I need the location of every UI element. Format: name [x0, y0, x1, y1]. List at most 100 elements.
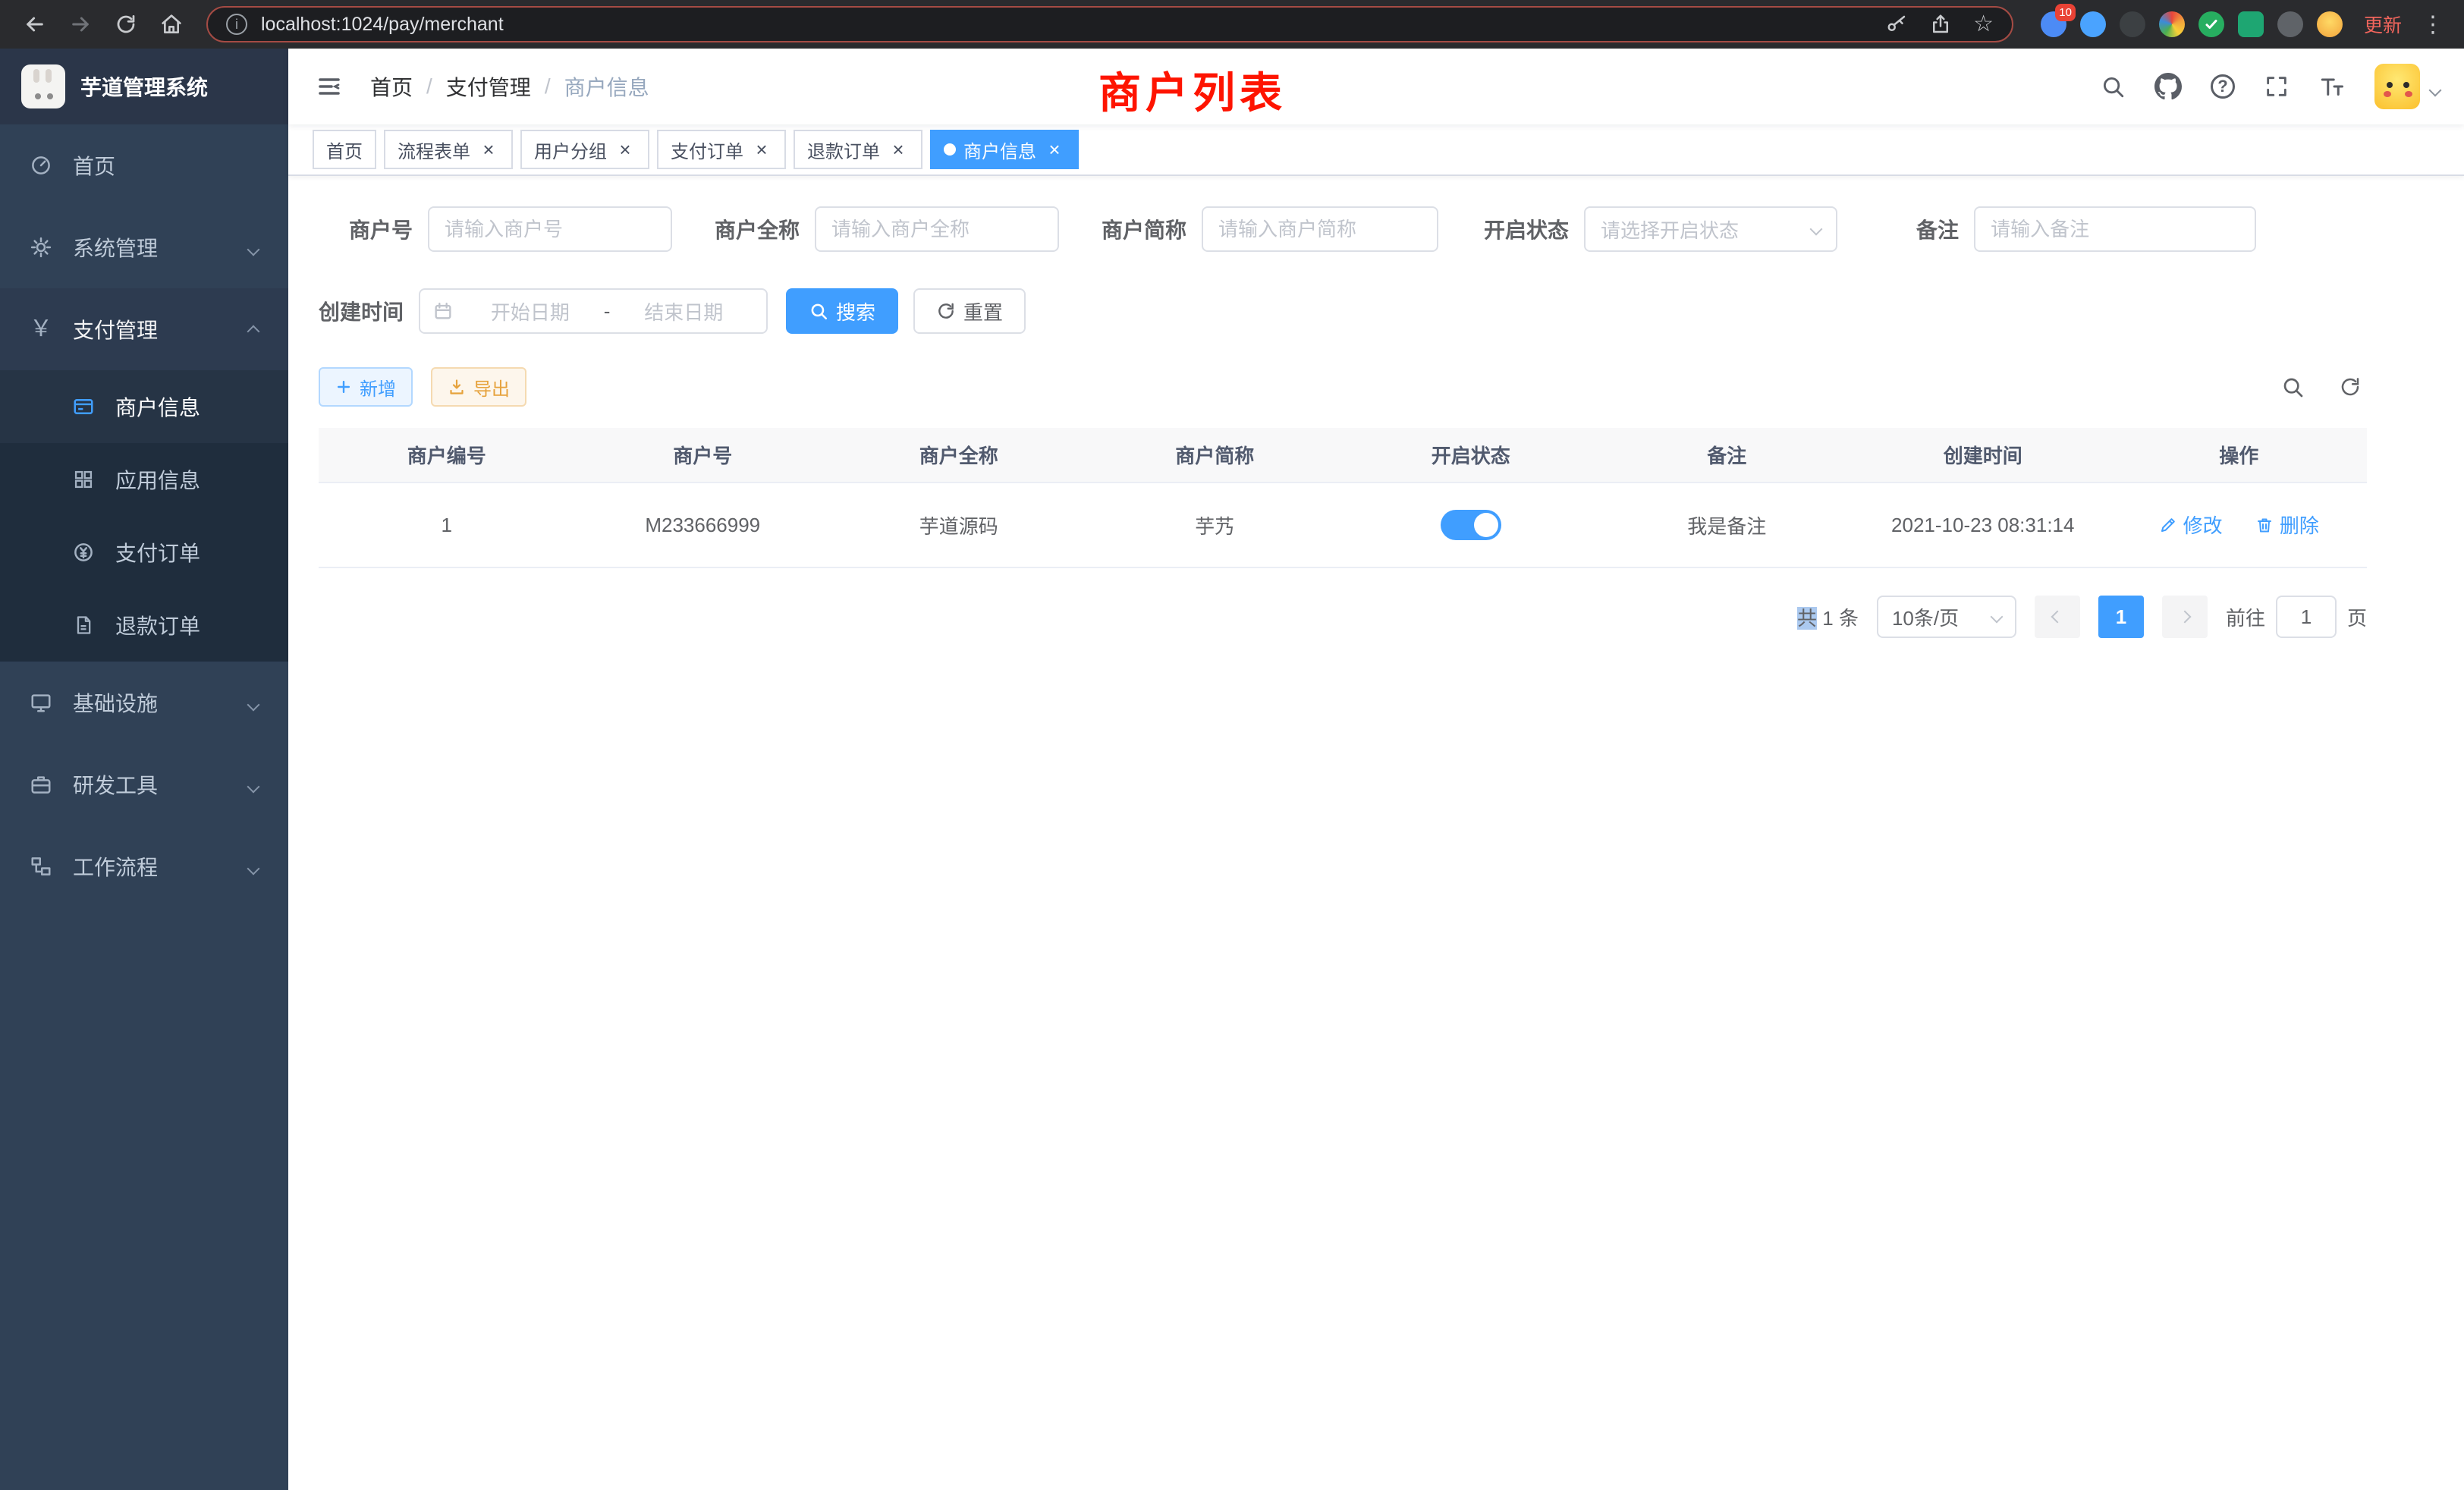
- short-name-input[interactable]: [1202, 206, 1438, 252]
- github-icon[interactable]: [2154, 73, 2182, 100]
- remark-input[interactable]: [1974, 206, 2256, 252]
- next-page-button[interactable]: [2162, 596, 2208, 638]
- page-size-select[interactable]: 10条/页: [1877, 596, 2016, 638]
- refresh-icon[interactable]: [2334, 370, 2367, 404]
- sidebar-item-system[interactable]: 系统管理: [0, 206, 288, 288]
- user-menu[interactable]: [2374, 64, 2440, 109]
- tags-bar: 首页 流程表单 × 用户分组 × 支付订单 × 退款订单 ×: [288, 124, 2464, 176]
- tab-user-group[interactable]: 用户分组 ×: [520, 130, 649, 169]
- close-icon[interactable]: ×: [614, 139, 636, 160]
- extension-icon-8[interactable]: [2317, 11, 2343, 37]
- filter-label: 备注: [1916, 214, 1959, 244]
- yen-icon: ￥: [27, 318, 55, 341]
- tab-process-form[interactable]: 流程表单 ×: [384, 130, 513, 169]
- status-select[interactable]: 请选择开启状态: [1584, 206, 1837, 252]
- close-icon[interactable]: ×: [888, 139, 909, 160]
- sidebar: 芋道管理系统 首页 系统管理 ￥ 支付管理: [0, 49, 288, 1490]
- sidebar-item-devtools[interactable]: 研发工具: [0, 743, 288, 825]
- close-icon[interactable]: ×: [751, 139, 772, 160]
- sidebar-item-merchant-info[interactable]: 商户信息: [0, 370, 288, 443]
- date-range-picker[interactable]: 开始日期 - 结束日期: [419, 288, 768, 334]
- search-button[interactable]: 搜索: [786, 288, 898, 334]
- tab-pay-order[interactable]: 支付订单 ×: [657, 130, 786, 169]
- breadcrumb-pay-management[interactable]: 支付管理: [446, 71, 531, 102]
- reset-button[interactable]: 重置: [913, 288, 1026, 334]
- help-icon[interactable]: ?: [2211, 74, 2235, 99]
- browser-home-button[interactable]: [152, 5, 191, 44]
- sidebar-item-label: 支付订单: [115, 537, 200, 567]
- browser-update-button[interactable]: 更新: [2364, 11, 2402, 38]
- bookmark-star-icon[interactable]: ☆: [1973, 13, 1994, 36]
- breadcrumb-separator: /: [545, 74, 551, 99]
- navbar-actions: ?: [2100, 64, 2440, 109]
- sidebar-item-home[interactable]: 首页: [0, 124, 288, 206]
- sidebar-item-infrastructure[interactable]: 基础设施: [0, 662, 288, 743]
- tab-merchant-info[interactable]: 商户信息 ×: [930, 130, 1079, 169]
- toggle-search-icon[interactable]: [2276, 370, 2309, 404]
- prev-page-button[interactable]: [2035, 596, 2080, 638]
- fullscreen-icon[interactable]: [2264, 74, 2290, 99]
- extension-icon-2[interactable]: [2080, 11, 2106, 37]
- browser-window: i localhost:1024/pay/merchant ☆ 10: [0, 0, 2464, 1490]
- export-button[interactable]: 导出: [431, 367, 526, 407]
- browser-back-button[interactable]: [15, 5, 55, 44]
- browser-address-bar[interactable]: i localhost:1024/pay/merchant ☆: [206, 6, 2013, 42]
- close-icon[interactable]: ×: [478, 139, 499, 160]
- sidebar-item-workflow[interactable]: 工作流程: [0, 825, 288, 907]
- logo-image: [21, 64, 65, 108]
- edit-link[interactable]: 修改: [2159, 511, 2223, 539]
- extension-icon-4[interactable]: [2159, 11, 2185, 37]
- sidebar-item-label: 商户信息: [115, 391, 200, 422]
- tab-home[interactable]: 首页: [313, 130, 376, 169]
- app-logo[interactable]: 芋道管理系统: [0, 49, 288, 124]
- hamburger-icon[interactable]: [313, 70, 346, 103]
- page-size-value: 10条/页: [1892, 603, 1959, 631]
- add-button[interactable]: 新增: [319, 367, 413, 407]
- sidebar-item-pay-order[interactable]: 支付订单: [0, 516, 288, 589]
- extension-icon-6[interactable]: [2238, 11, 2264, 37]
- filter-short-name: 商户简称: [1102, 206, 1438, 252]
- avatar: [2374, 64, 2420, 109]
- merchant-no-input[interactable]: [428, 206, 672, 252]
- col-header-create-time: 创建时间: [1855, 428, 2111, 483]
- breadcrumb-home[interactable]: 首页: [370, 71, 413, 102]
- sidebar-item-refund-order[interactable]: 退款订单: [0, 589, 288, 662]
- add-button-label: 新增: [360, 374, 396, 401]
- password-key-icon[interactable]: [1885, 13, 1908, 36]
- sidebar-item-pay[interactable]: ￥ 支付管理: [0, 288, 288, 370]
- pay-order-icon: [70, 541, 97, 564]
- browser-refresh-button[interactable]: [106, 5, 146, 44]
- search-icon[interactable]: [2100, 74, 2126, 99]
- page-1-button[interactable]: 1: [2098, 596, 2144, 638]
- page-jump-input[interactable]: [2276, 596, 2337, 638]
- extension-icon-5[interactable]: [2198, 11, 2224, 37]
- col-header-merchant-no: 商户号: [575, 428, 831, 483]
- tab-refund-order[interactable]: 退款订单 ×: [794, 130, 922, 169]
- browser-menu-icon[interactable]: ⋮: [2417, 11, 2449, 38]
- end-date-placeholder: 结束日期: [613, 297, 754, 325]
- total-count: 共 1 条: [1797, 603, 1859, 631]
- status-toggle[interactable]: [1441, 510, 1501, 540]
- chevron-right-icon: [2178, 611, 2191, 624]
- close-icon[interactable]: ×: [1044, 139, 1065, 160]
- toolbox-icon: [27, 773, 55, 796]
- table-toolbar-icons: [2276, 370, 2367, 404]
- extension-icon-3[interactable]: [2120, 11, 2145, 37]
- col-header-status: 开启状态: [1343, 428, 1599, 483]
- extension-icon-7[interactable]: [2277, 11, 2303, 37]
- share-icon[interactable]: [1929, 13, 1952, 36]
- tab-label: 流程表单: [398, 137, 470, 163]
- cell-create-time: 2021-10-23 08:31:14: [1855, 483, 2111, 567]
- select-placeholder: 请选择开启状态: [1601, 215, 1739, 244]
- delete-link[interactable]: 删除: [2255, 511, 2319, 539]
- extension-icon-1[interactable]: 10: [2041, 11, 2066, 37]
- filter-row-2: 创建时间 开始日期 - 结束日期 搜索: [319, 288, 2367, 334]
- full-name-input[interactable]: [815, 206, 1059, 252]
- col-header-full-name: 商户全称: [831, 428, 1087, 483]
- table-toolbar: 新增 导出: [319, 367, 2367, 407]
- font-size-icon[interactable]: [2318, 73, 2346, 100]
- page-info-icon[interactable]: i: [226, 14, 247, 35]
- sidebar-item-app-info[interactable]: 应用信息: [0, 443, 288, 516]
- browser-forward-button[interactable]: [61, 5, 100, 44]
- url-text: localhost:1024/pay/merchant: [261, 14, 504, 36]
